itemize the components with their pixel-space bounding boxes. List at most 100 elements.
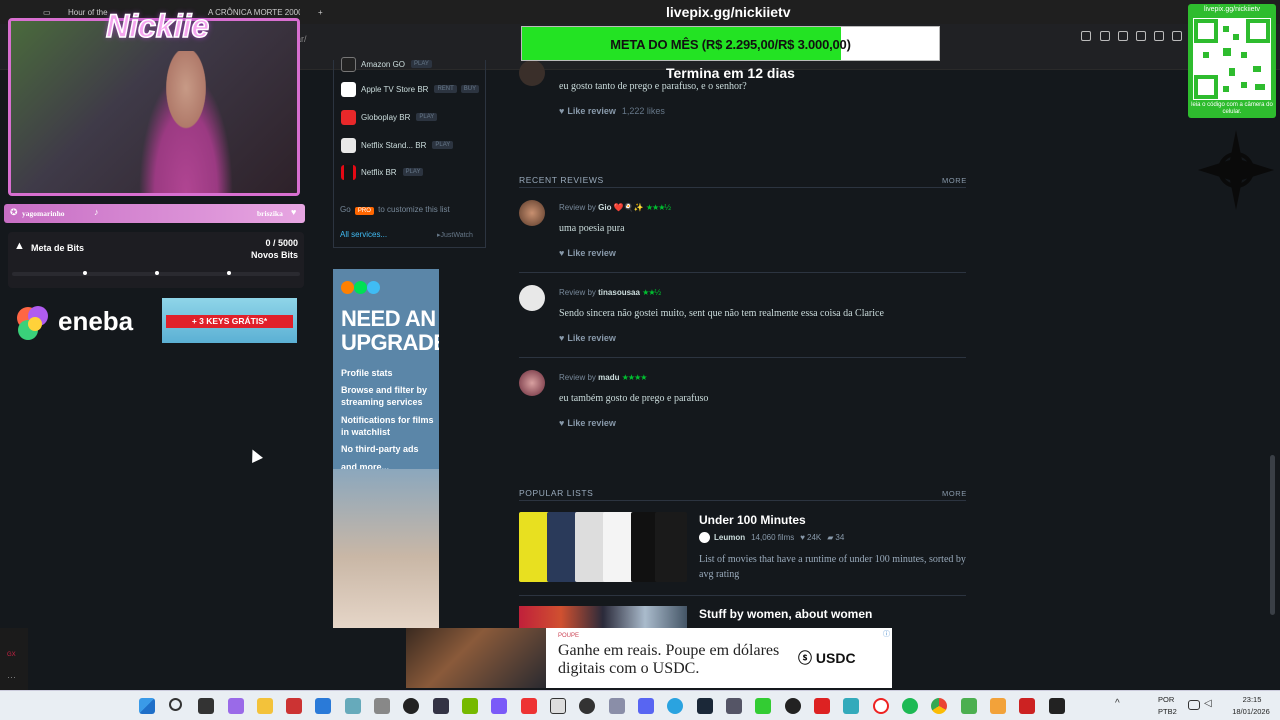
like-review-button[interactable]: ♥ Like review: [559, 418, 616, 428]
nvidia-icon[interactable]: [462, 698, 478, 714]
recent-reviews-heading[interactable]: RECENT REVIEWS: [519, 175, 604, 185]
service-tag[interactable]: PLAY: [402, 168, 424, 176]
app-icon[interactable]: [491, 698, 507, 714]
list-author[interactable]: Leumon: [714, 533, 745, 542]
app-icon[interactable]: [843, 698, 859, 714]
heart-icon: ♥: [559, 106, 565, 116]
service-item[interactable]: Amazon GO PLAY: [341, 56, 432, 72]
page-scrollbar[interactable]: [1270, 455, 1275, 615]
ad-brand: POUPE: [558, 633, 580, 639]
list-title[interactable]: Under 100 Minutes: [699, 513, 806, 527]
app-icon[interactable]: [550, 698, 566, 714]
app-icon[interactable]: [433, 698, 449, 714]
network-icon[interactable]: [1188, 700, 1200, 710]
list-likes: 24K: [807, 533, 822, 542]
app-icon[interactable]: [1019, 698, 1035, 714]
clock-date[interactable]: 18/01/2026: [1226, 707, 1276, 716]
popular-lists-heading[interactable]: POPULAR LISTS: [519, 488, 593, 498]
adchoices-icon[interactable]: ⓘ: [883, 629, 890, 639]
volume-icon[interactable]: ◁: [1204, 698, 1220, 714]
app-icon[interactable]: [726, 698, 742, 714]
discord-icon[interactable]: [638, 698, 654, 714]
telegram-icon[interactable]: [667, 698, 683, 714]
screenshot-icon[interactable]: [1118, 31, 1128, 41]
service-tag[interactable]: BUY: [460, 85, 480, 93]
service-tag[interactable]: PLAY: [416, 113, 438, 121]
spotify-icon[interactable]: [902, 698, 918, 714]
list-posters[interactable]: [519, 606, 687, 628]
service-item[interactable]: Netflix BR PLAY: [341, 164, 424, 180]
list-posters[interactable]: [519, 512, 687, 582]
steam-icon[interactable]: [697, 698, 713, 714]
service-tag[interactable]: PLAY: [411, 60, 432, 68]
gamepad-icon[interactable]: [609, 698, 625, 714]
file-explorer-icon[interactable]: [257, 698, 273, 714]
language-indicator[interactable]: POR: [1158, 695, 1174, 704]
app-icon[interactable]: [814, 698, 830, 714]
like-review-button[interactable]: ♥ Like review 1,222 likes: [559, 106, 665, 116]
utorrent-icon[interactable]: [961, 698, 977, 714]
gx-icon[interactable]: GX: [7, 652, 16, 658]
pin-icon[interactable]: [1100, 31, 1110, 41]
customize-services-line[interactable]: Go PRO to customize this list: [340, 205, 450, 215]
sidebar-toggle-icon[interactable]: [1081, 31, 1091, 41]
review-author[interactable]: tinasousaa: [598, 288, 640, 297]
pro-badge[interactable]: PRO: [354, 207, 374, 215]
tray-chevron-icon[interactable]: ^: [1115, 698, 1131, 714]
new-tab-button[interactable]: +: [310, 4, 331, 22]
heart-icon[interactable]: [1172, 31, 1182, 41]
like-review-button[interactable]: ♥ Like review: [559, 248, 616, 258]
netflix-logo-icon: [341, 164, 356, 180]
app-icon[interactable]: [345, 698, 361, 714]
bottom-banner-ad[interactable]: POUPE Ganhe em reais. Poupe em dólares d…: [406, 628, 892, 688]
netflix-standard-logo-icon: [341, 137, 356, 153]
list-film-count: 14,060 films: [751, 533, 795, 542]
start-icon[interactable]: [139, 698, 155, 714]
play-icon[interactable]: [1154, 31, 1164, 41]
clock-time[interactable]: 23:15: [1230, 695, 1274, 704]
obs-icon[interactable]: [403, 698, 419, 714]
list-author-avatar[interactable]: [699, 532, 710, 543]
review-author[interactable]: madu: [598, 373, 619, 382]
bits-goal-sublabel: Novos Bits: [250, 250, 298, 260]
service-item[interactable]: Globoplay BR PLAY: [341, 109, 438, 125]
popular-lists-more-link[interactable]: MORE: [942, 489, 967, 498]
app-icon[interactable]: [286, 698, 302, 714]
app-icon[interactable]: [785, 698, 801, 714]
task-view-icon[interactable]: [198, 698, 214, 714]
avatar[interactable]: [519, 370, 545, 396]
calculator-icon[interactable]: [374, 698, 390, 714]
justwatch-link[interactable]: ▸JustWatch: [437, 231, 473, 239]
app-icon[interactable]: [755, 698, 771, 714]
qr-url: livepix.gg/nickiietv: [1203, 6, 1261, 13]
epic-games-icon[interactable]: [1049, 698, 1065, 714]
service-tag[interactable]: RENT: [434, 85, 457, 93]
search-icon[interactable]: [169, 698, 182, 711]
list-title[interactable]: Stuff by women, about women: [699, 607, 872, 621]
app-icon[interactable]: [579, 698, 595, 714]
avatar[interactable]: [519, 60, 545, 86]
dot-green: [354, 281, 367, 294]
review-by-label: Review by: [559, 203, 596, 212]
keyboard-layout[interactable]: PTB2: [1158, 707, 1177, 716]
chrome-icon[interactable]: [931, 698, 947, 714]
recent-reviews-more-link[interactable]: MORE: [942, 176, 967, 185]
avatar[interactable]: [519, 285, 545, 311]
app-icon[interactable]: [315, 698, 331, 714]
ad-line: Notifications for films in watchlist: [341, 415, 434, 437]
review-author[interactable]: Gio: [598, 203, 611, 212]
likes-count[interactable]: 1,222 likes: [622, 106, 665, 116]
shield-icon[interactable]: [1136, 31, 1146, 41]
copilot-icon[interactable]: [228, 698, 244, 714]
app-icon[interactable]: [521, 698, 537, 714]
service-item[interactable]: Apple TV Store BR RENT BUY: [341, 81, 480, 97]
more-icon[interactable]: ···: [7, 672, 16, 682]
headphones-icon[interactable]: [990, 698, 1006, 714]
service-tag[interactable]: PLAY: [432, 141, 454, 149]
avatar[interactable]: [519, 200, 545, 226]
opera-gx-icon[interactable]: [873, 698, 889, 714]
upgrade-ad[interactable]: NEED AN UPGRADE? Profile stats Browse an…: [333, 269, 439, 628]
service-item[interactable]: Netflix Stand... BR PLAY: [341, 137, 454, 153]
all-services-link[interactable]: All services...: [340, 230, 387, 239]
like-review-button[interactable]: ♥ Like review: [559, 333, 616, 343]
